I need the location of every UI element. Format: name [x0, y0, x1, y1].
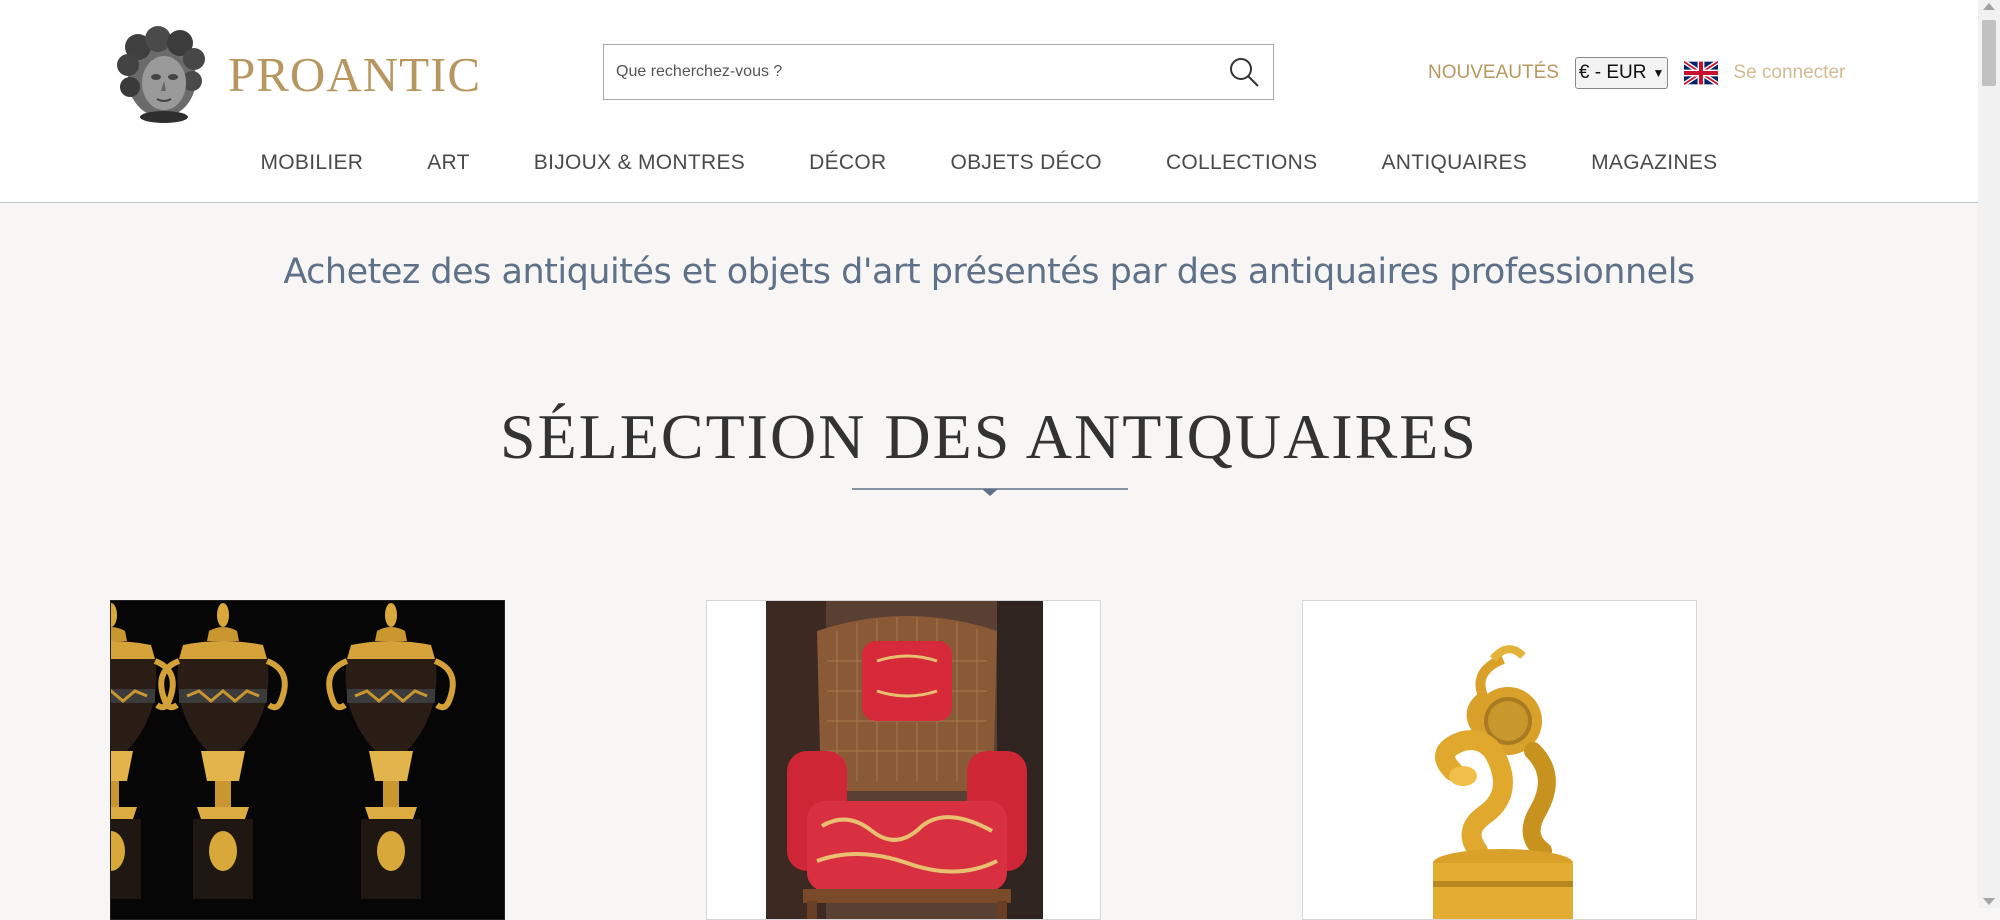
main-nav: MOBILIER ART BIJOUX & MONTRES DÉCOR OBJE…: [0, 140, 1978, 186]
product-card-urns[interactable]: [110, 600, 505, 920]
search-input[interactable]: [604, 45, 1215, 99]
scroll-up-arrow-icon[interactable]: [1983, 3, 1995, 10]
red-damask-armchair-image: [707, 601, 1100, 919]
logo-text: PROANTIC: [228, 47, 482, 102]
pair-of-bronze-urns-image: [111, 601, 504, 919]
gilt-bronze-clock-image: [1303, 601, 1696, 919]
page-scrollbar[interactable]: [1978, 0, 2000, 908]
cherub-head-logo-icon: [117, 25, 205, 123]
nav-item-magazines[interactable]: MAGAZINES: [1591, 151, 1717, 175]
nav-item-antiquaires[interactable]: ANTIQUAIRES: [1381, 151, 1527, 175]
currency-value: € - EUR: [1578, 62, 1647, 83]
search-button[interactable]: [1215, 45, 1273, 99]
scroll-down-arrow-icon[interactable]: [1983, 898, 1995, 905]
nav-item-collections[interactable]: COLLECTIONS: [1166, 151, 1318, 175]
tagline: Achetez des antiquités et objets d'art p…: [283, 252, 1695, 292]
chevron-down-icon: ▼: [1652, 66, 1665, 80]
scroll-thumb[interactable]: [1982, 20, 1996, 86]
title-divider: [852, 488, 1128, 496]
nouveautes-link[interactable]: NOUVEAUTÉS: [1428, 62, 1559, 84]
currency-select[interactable]: € - EUR ▼: [1574, 57, 1669, 89]
nav-item-art[interactable]: ART: [427, 151, 470, 175]
search-icon: [1230, 58, 1259, 87]
logo[interactable]: PROANTIC: [110, 20, 481, 125]
uk-flag-icon[interactable]: [1684, 61, 1719, 85]
nav-item-mobilier[interactable]: MOBILIER: [260, 151, 363, 175]
site-header: PROANTIC NOUVEAUTÉS € - EUR ▼ Se connect…: [0, 0, 1978, 203]
nav-item-objets-deco[interactable]: OBJETS DÉCO: [950, 151, 1102, 175]
nav-item-decor[interactable]: DÉCOR: [809, 151, 886, 175]
nav-item-bijoux-montres[interactable]: BIJOUX & MONTRES: [534, 151, 745, 175]
product-card-clock[interactable]: [1302, 600, 1697, 920]
search-bar: [603, 44, 1274, 100]
product-card-armchair[interactable]: [706, 600, 1101, 920]
login-link[interactable]: Se connecter: [1733, 62, 1845, 84]
section-title: SÉLECTION DES ANTIQUAIRES: [500, 401, 1478, 472]
header-actions: NOUVEAUTÉS € - EUR ▼ Se connecter: [1428, 56, 1845, 90]
